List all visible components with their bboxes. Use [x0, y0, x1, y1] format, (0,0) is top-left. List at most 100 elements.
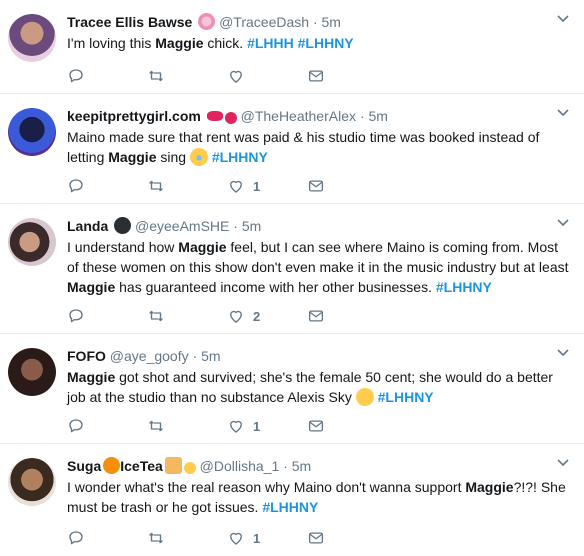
- like-button[interactable]: 1: [227, 416, 260, 436]
- chevron-down-icon[interactable]: [556, 458, 570, 468]
- timestamp[interactable]: 5m: [242, 218, 261, 234]
- avatar[interactable]: [8, 218, 56, 266]
- separator-dot: ·: [283, 458, 288, 474]
- chevron-down-icon[interactable]: [556, 218, 570, 228]
- highlighted-term: Maggie: [67, 369, 116, 385]
- message-button[interactable]: [307, 528, 325, 548]
- message-button[interactable]: [307, 306, 325, 326]
- like-button[interactable]: 1: [227, 176, 260, 196]
- heart-icon: [227, 417, 245, 435]
- honey-pot-emoji-icon: [103, 457, 121, 474]
- reply-button[interactable]: [67, 66, 85, 86]
- display-name-suffix[interactable]: IceTea: [120, 458, 163, 474]
- retweet-button[interactable]: [147, 306, 165, 326]
- avatar[interactable]: [8, 14, 56, 62]
- reply-button[interactable]: [67, 416, 85, 436]
- like-button[interactable]: 2: [227, 306, 260, 326]
- highlighted-term: Maggie: [178, 239, 227, 255]
- user-handle[interactable]: @TheHeatherAlex: [241, 108, 356, 124]
- text-segment: chick.: [203, 35, 248, 51]
- tweet-text: I wonder what's the real reason why Main…: [67, 477, 570, 517]
- tweet-header: Tracee Ellis Bawse @TraceeDash · 5m: [67, 12, 570, 32]
- user-handle[interactable]: @aye_goofy: [110, 348, 189, 364]
- tweet-text: I'm loving this Maggie chick. #LHHH #LHH…: [67, 33, 570, 53]
- highlighted-term: Maggie: [108, 149, 157, 165]
- tweet-header: Landa @eyeeAmSHE · 5m: [67, 216, 570, 236]
- message-button[interactable]: [307, 176, 325, 196]
- user-handle[interactable]: @eyeeAmSHE: [135, 218, 229, 234]
- direct-message-icon: [307, 177, 325, 195]
- chevron-down-icon[interactable]: [556, 108, 570, 118]
- reply-icon: [67, 177, 85, 195]
- hashtag-link[interactable]: #LHHNY: [262, 499, 318, 515]
- display-name[interactable]: Landa: [67, 218, 108, 234]
- retweet-icon: [147, 177, 165, 195]
- message-button[interactable]: [307, 66, 325, 86]
- text-segment: I understand how: [67, 239, 179, 255]
- like-count: 1: [253, 418, 261, 434]
- avatar[interactable]: [8, 458, 56, 506]
- like-count: 1: [253, 178, 261, 194]
- retweet-button[interactable]: [147, 416, 165, 436]
- chevron-down-icon[interactable]: [556, 14, 570, 24]
- tweet-header: FOFO @aye_goofy · 5m: [67, 346, 570, 366]
- tweet[interactable]: Tracee Ellis Bawse @TraceeDash · 5m I'm …: [0, 0, 584, 94]
- user-handle[interactable]: @Dollisha_1: [200, 458, 280, 474]
- text-line: Maino made sure that rent was paid & his…: [67, 129, 540, 145]
- face-with-raised-eyebrow-emoji-icon: [355, 388, 374, 406]
- avatar[interactable]: [8, 108, 56, 156]
- retweet-button[interactable]: [147, 176, 165, 196]
- retweet-button[interactable]: [147, 528, 165, 548]
- highlighted-term: Maggie: [465, 479, 514, 495]
- text-segment: has guaranteed income with her other bus…: [115, 279, 436, 295]
- lips-emoji-icon: [206, 111, 223, 121]
- text-segment: must be trash or he got issues.: [67, 499, 263, 515]
- retweet-button[interactable]: [147, 66, 165, 86]
- heart-icon: [227, 307, 245, 325]
- tweet[interactable]: keepitprettygirl.com @TheHeatherAlex · 5…: [0, 94, 584, 204]
- reply-button[interactable]: [67, 176, 85, 196]
- text-segment: got shot and survived; she's the female …: [115, 369, 553, 385]
- display-name[interactable]: FOFO: [67, 348, 106, 364]
- heart-icon: [227, 177, 245, 195]
- timestamp[interactable]: 5m: [201, 348, 220, 364]
- hashtag-link[interactable]: #LHHNY: [378, 389, 434, 405]
- reply-button[interactable]: [67, 528, 85, 548]
- display-name[interactable]: Tracee Ellis Bawse: [67, 14, 192, 30]
- timestamp[interactable]: 5m: [292, 458, 311, 474]
- text-segment: job at the studio than no substance Alex…: [67, 389, 356, 405]
- hashtag-link[interactable]: #LHHH #LHHNY: [247, 35, 354, 51]
- text-segment: I wonder what's the real reason why Main…: [67, 479, 466, 495]
- retweet-icon: [147, 417, 165, 435]
- highlighted-term: Maggie: [67, 279, 116, 295]
- like-count: 2: [253, 308, 261, 324]
- tweet[interactable]: Landa @eyeeAmSHE · 5m I understand how M…: [0, 204, 584, 334]
- retweet-icon: [147, 307, 165, 325]
- direct-message-icon: [307, 529, 325, 547]
- display-name[interactable]: Suga: [67, 458, 101, 474]
- user-handle[interactable]: @TraceeDash: [219, 14, 309, 30]
- hashtag-link[interactable]: #LHHNY: [436, 279, 492, 295]
- chevron-down-icon[interactable]: [556, 348, 570, 358]
- text-segment: feel, but I can see where Maino is comin…: [226, 239, 559, 255]
- direct-message-icon: [307, 67, 325, 85]
- tweet[interactable]: Suga IceTea @Dollisha_1 · 5m I wonder wha…: [0, 444, 584, 556]
- separator-dot: ·: [312, 14, 318, 30]
- retweet-icon: [147, 67, 165, 85]
- text-segment: letting: [67, 149, 109, 165]
- display-name[interactable]: keepitprettygirl.com: [67, 108, 201, 124]
- heart-icon: [227, 67, 245, 85]
- timestamp[interactable]: 5m: [368, 108, 387, 124]
- avatar[interactable]: [8, 348, 56, 396]
- direct-message-icon: [307, 417, 325, 435]
- timestamp[interactable]: 5m: [322, 14, 341, 30]
- reply-button[interactable]: [67, 306, 85, 326]
- tweet-text: I understand how Maggie feel, but I can …: [67, 237, 570, 297]
- tweet[interactable]: FOFO @aye_goofy · 5m Maggie got shot and…: [0, 334, 584, 444]
- sparkles-emoji-icon: [183, 462, 196, 474]
- hashtag-link[interactable]: #LHHNY: [212, 149, 268, 165]
- like-button[interactable]: [227, 66, 253, 86]
- black-heart-emoji-icon: [114, 217, 132, 234]
- message-button[interactable]: [307, 416, 325, 436]
- like-button[interactable]: 1: [227, 528, 260, 548]
